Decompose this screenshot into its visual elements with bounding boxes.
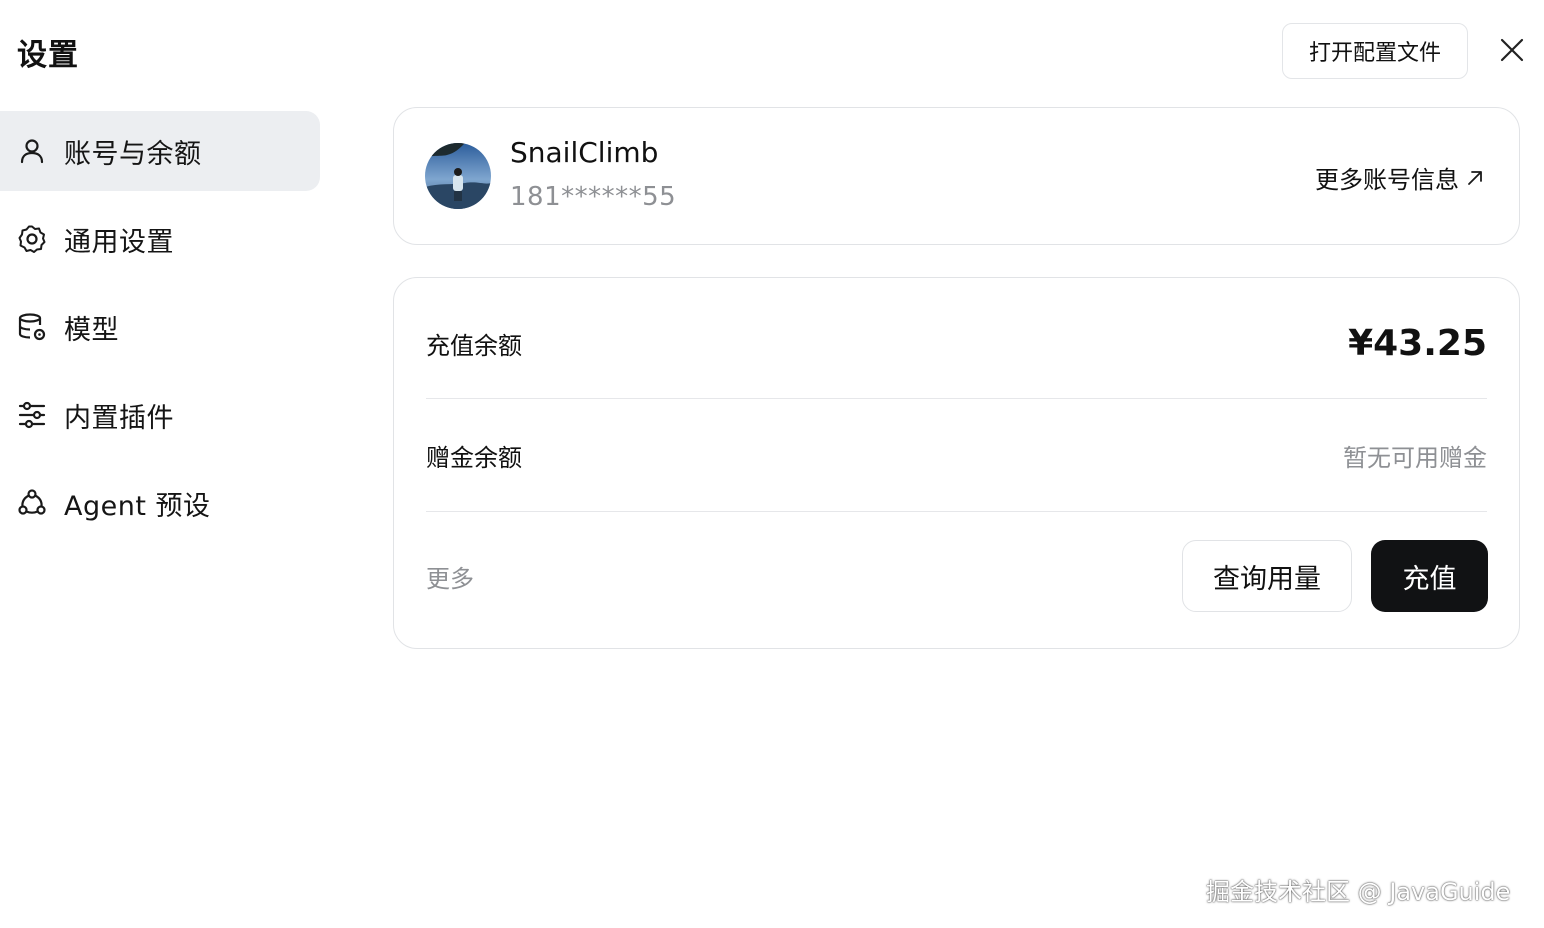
user-icon — [17, 136, 47, 166]
open-config-button[interactable]: 打开配置文件 — [1282, 23, 1468, 79]
sidebar-item-label: 模型 — [64, 314, 119, 346]
agent-nodes-icon — [17, 488, 47, 518]
bonus-balance-value: 暂无可用赠金 — [1343, 443, 1487, 472]
sidebar: 账号与余额 通用设置 模型 内置插件 Agent 预设 — [0, 111, 320, 551]
recharge-balance-row: 充值余额 ¥43.25 — [426, 318, 1487, 368]
sidebar-item-label: 通用设置 — [64, 226, 174, 258]
close-icon — [1500, 38, 1524, 62]
username: SnailClimb — [510, 136, 659, 169]
sidebar-item-general-settings[interactable]: 通用设置 — [0, 199, 320, 279]
recharge-button[interactable]: 充值 — [1371, 540, 1488, 612]
sidebar-item-account-balance[interactable]: 账号与余额 — [0, 111, 320, 191]
query-usage-button[interactable]: 查询用量 — [1182, 540, 1352, 612]
sidebar-item-agent-presets[interactable]: Agent 预设 — [0, 463, 320, 543]
bonus-balance-label: 赠金余额 — [426, 443, 522, 472]
settings-page: 设置 打开配置文件 账号与余额 通用设置 模型 内置插件 Agent 预设 Sn… — [0, 0, 1544, 928]
gear-icon — [17, 224, 47, 254]
sidebar-item-label: 账号与余额 — [64, 138, 202, 170]
balance-card: 充值余额 ¥43.25 赠金余额 暂无可用赠金 更多 查询用量 充值 — [393, 277, 1520, 649]
watermark: 掘金技术社区 @ JavaGuide — [1206, 878, 1511, 906]
avatar[interactable] — [425, 143, 491, 209]
recharge-balance-amount: ¥43.25 — [1348, 322, 1487, 364]
more-link[interactable]: 更多 — [426, 559, 474, 594]
close-button[interactable] — [1494, 32, 1530, 68]
sidebar-item-models[interactable]: 模型 — [0, 287, 320, 367]
bonus-balance-row: 赠金余额 暂无可用赠金 — [426, 430, 1487, 480]
divider — [426, 511, 1487, 512]
phone-number: 181******55 — [510, 182, 677, 212]
sliders-icon — [17, 400, 47, 430]
sidebar-item-label: 内置插件 — [64, 402, 174, 434]
divider — [426, 398, 1487, 399]
account-card: SnailClimb 181******55 更多账号信息 — [393, 107, 1520, 245]
sidebar-item-label: Agent 预设 — [64, 490, 211, 522]
page-title: 设置 — [17, 38, 79, 73]
sidebar-item-builtin-plugins[interactable]: 内置插件 — [0, 375, 320, 455]
more-account-info-label: 更多账号信息 — [1315, 166, 1459, 194]
external-arrow-icon — [1465, 168, 1485, 188]
recharge-balance-label: 充值余额 — [426, 331, 522, 360]
database-settings-icon — [17, 312, 47, 342]
more-account-info-link[interactable]: 更多账号信息 — [1315, 160, 1485, 195]
